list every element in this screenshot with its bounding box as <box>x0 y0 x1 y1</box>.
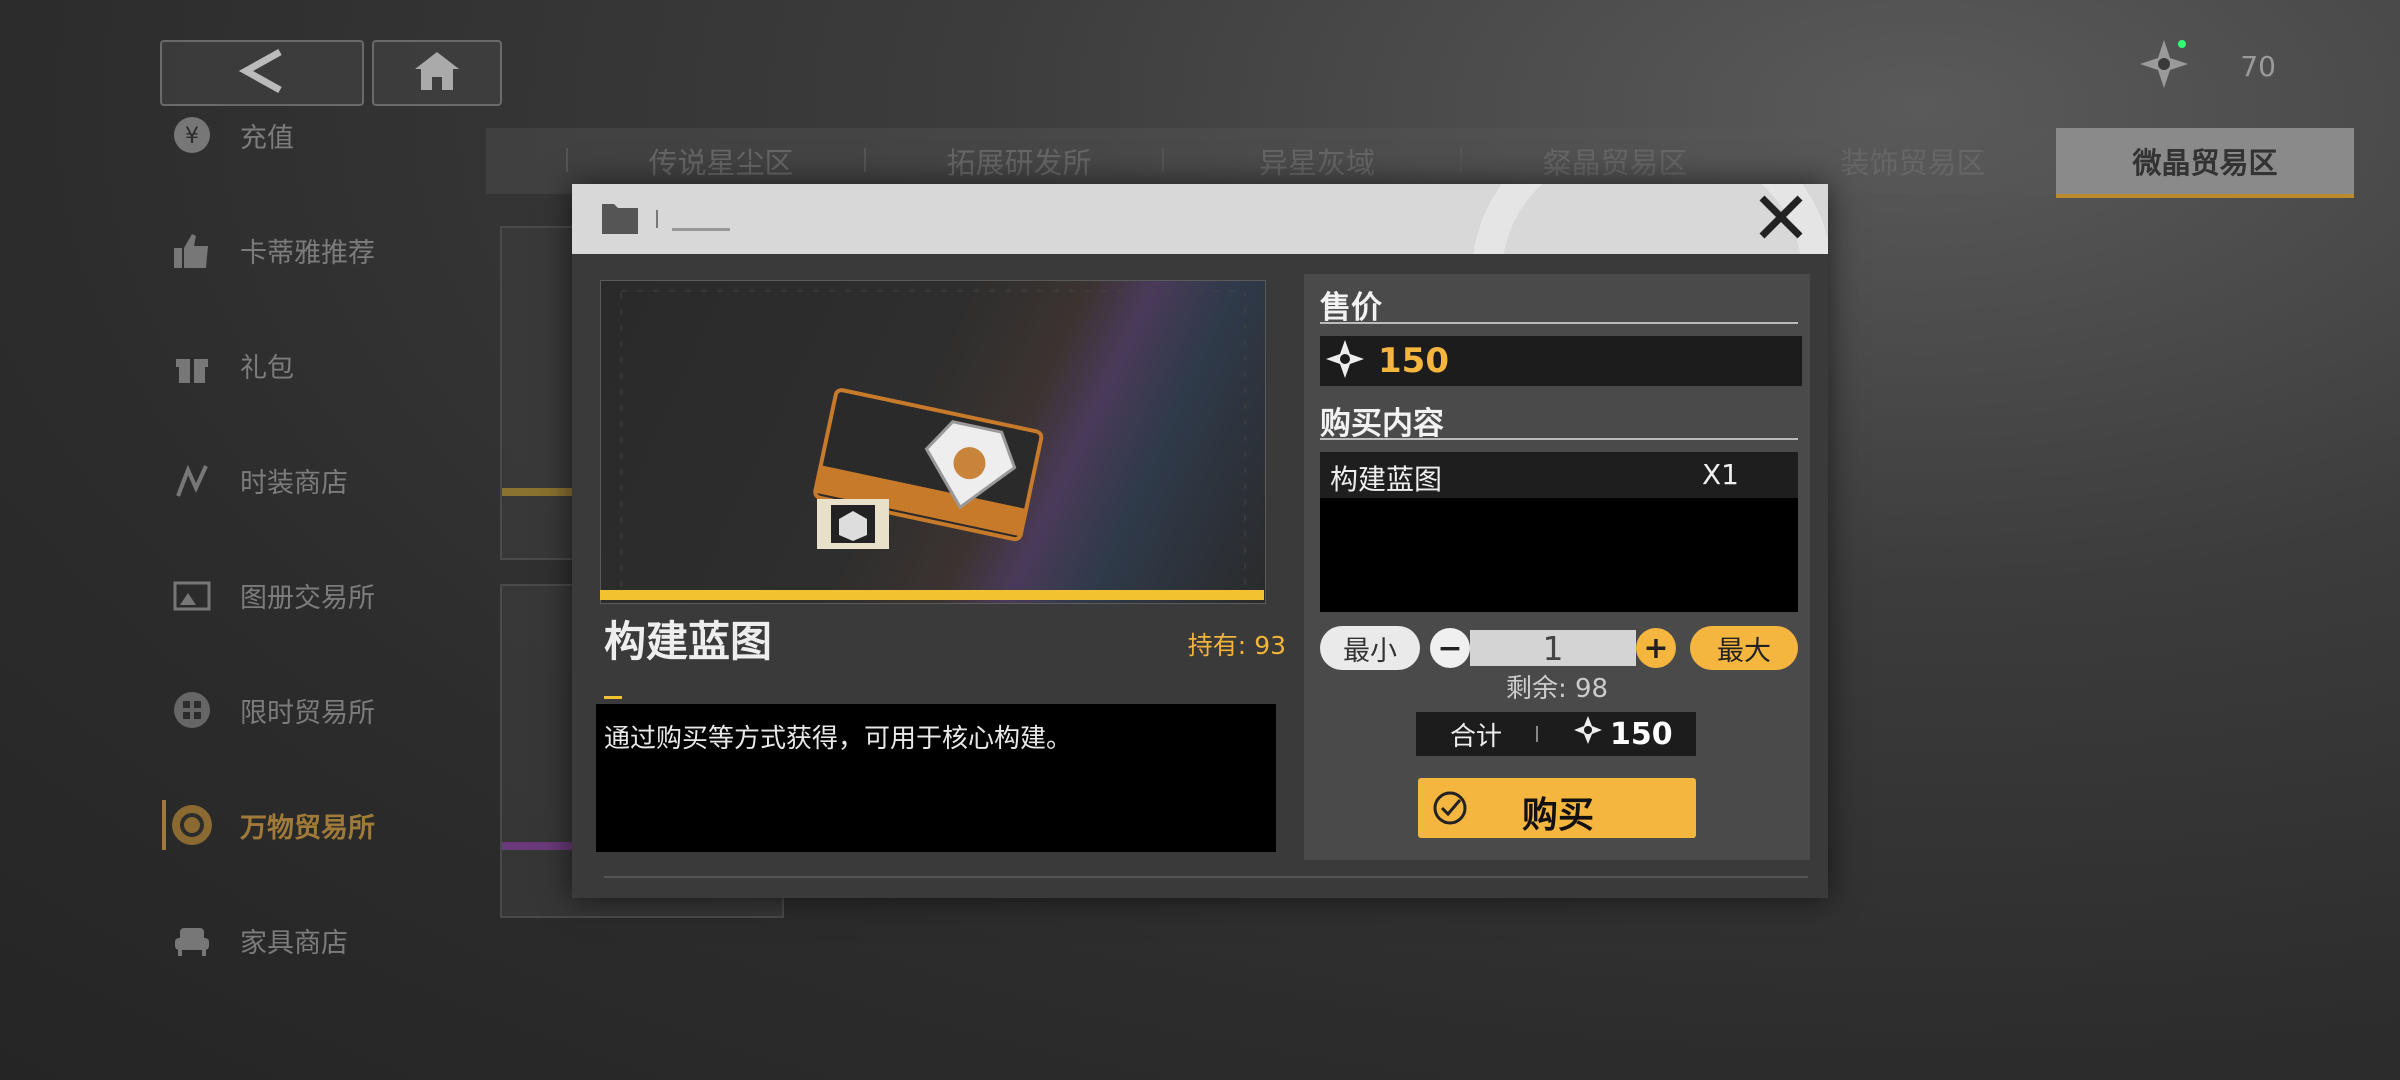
chevron-left-icon <box>232 46 292 100</box>
remaining-value: 98 <box>1574 674 1609 704</box>
close-button[interactable] <box>1754 192 1808 246</box>
sidebar-item-recharge[interactable]: ¥ 充值 <box>170 100 510 170</box>
folder-icon <box>600 198 640 240</box>
tab-separator <box>1162 148 1164 172</box>
tab-separator <box>1758 148 1760 172</box>
close-icon <box>1756 192 1806 246</box>
sidebar-item-furniture-shop[interactable]: 家具商店 <box>170 905 510 975</box>
sidebar-item-label: 充值 <box>240 122 294 154</box>
owned-value: 93 <box>1254 631 1286 660</box>
outfit-icon <box>170 458 214 502</box>
sidebar-item-label: 卡蒂雅推荐 <box>240 237 375 269</box>
remaining-stock: 剩余: 98 <box>1304 668 1810 705</box>
sidebar-item-general-exchange[interactable]: 万物贸易所 <box>162 790 510 860</box>
quantity-stepper: 最小 1 − + 最大 <box>1320 626 1798 672</box>
thumbs-up-icon <box>170 228 214 272</box>
shuriken-icon <box>1324 338 1366 384</box>
tab-separator <box>864 148 866 172</box>
dialog-footer-line <box>604 876 1808 878</box>
sidebar-item-label: 限时贸易所 <box>240 697 375 729</box>
item-description: 通过购买等方式获得，可用于核心构建。 <box>604 724 1073 754</box>
buy-button[interactable]: 购买 <box>1418 778 1696 838</box>
sidebar-item-label: 万物贸易所 <box>240 812 375 844</box>
album-icon <box>170 573 214 617</box>
section-divider <box>1320 438 1798 440</box>
sidebar-item-label: 礼包 <box>240 352 294 384</box>
yen-icon: ¥ <box>170 113 214 157</box>
content-item-qty: X1 <box>1702 458 1739 491</box>
tab-separator <box>566 148 568 172</box>
sidebar-item-limited-exchange[interactable]: 限时贸易所 <box>170 675 510 745</box>
tab-separator <box>1460 148 1462 172</box>
increase-button[interactable]: + <box>1636 628 1676 668</box>
gift-icon <box>170 343 214 387</box>
list-item: 构建蓝图 X1 <box>1320 452 1798 498</box>
desc-accent <box>604 696 622 699</box>
total-label: 合计 <box>1449 721 1502 752</box>
total-amount: 150 <box>1572 714 1673 754</box>
total-separator <box>1536 726 1538 742</box>
rarity-bar <box>600 590 1264 600</box>
owned-label: 持有: <box>1187 631 1247 660</box>
price-title: 售价 <box>1320 290 1382 326</box>
blueprint-card-illustration <box>620 290 1246 592</box>
svg-text:¥: ¥ <box>185 124 199 149</box>
grid-icon <box>170 688 214 732</box>
sidebar-item-outfit-shop[interactable]: 时装商店 <box>170 445 510 515</box>
tab-microcrystal-trade[interactable]: 微晶贸易区 <box>2056 128 2354 198</box>
max-button[interactable]: 最大 <box>1690 626 1798 670</box>
remaining-label: 剩余: <box>1505 674 1567 704</box>
sidebar-item-label: 图册交易所 <box>240 582 375 614</box>
currency-value: 70 <box>2240 49 2276 83</box>
minus-icon: − <box>1437 630 1463 666</box>
currency-display[interactable]: 70 <box>2136 36 2276 96</box>
armchair-icon <box>170 918 214 962</box>
plus-icon: + <box>1643 630 1669 666</box>
header-divider <box>656 210 658 228</box>
shuriken-icon <box>2136 36 2192 96</box>
sidebar-item-recommend[interactable]: 卡蒂雅推荐 <box>170 215 510 285</box>
total-value: 150 <box>1610 716 1673 752</box>
decrease-button[interactable]: − <box>1430 628 1470 668</box>
purchase-contents-list: 构建蓝图 X1 <box>1320 452 1798 612</box>
contents-title: 购买内容 <box>1320 406 1444 442</box>
description-box: 通过购买等方式获得，可用于核心构建。 <box>596 704 1276 852</box>
header-deco-line <box>672 228 730 231</box>
content-item-name: 构建蓝图 <box>1330 463 1443 496</box>
sidebar-item-gift[interactable]: 礼包 <box>170 330 510 400</box>
price-row: 150 <box>1320 336 1802 386</box>
exchange-icon <box>170 803 214 847</box>
quantity-value[interactable]: 1 <box>1470 629 1636 668</box>
min-button[interactable]: 最小 <box>1320 626 1420 670</box>
back-button[interactable] <box>160 40 364 106</box>
sidebar-item-label: 家具商店 <box>240 927 348 959</box>
section-divider <box>1320 322 1798 324</box>
item-name: 构建蓝图 <box>604 617 773 666</box>
purchase-panel: 售价 150 购买内容 构建蓝图 X1 最小 1 − + 最大 剩余: 98 合… <box>1304 274 1810 860</box>
item-preview <box>600 280 1266 604</box>
sidebar-item-label: 时装商店 <box>240 467 348 499</box>
owned-count: 持有: 93 <box>1188 626 1286 662</box>
buy-label: 购买 <box>1522 795 1595 836</box>
price-value: 150 <box>1378 341 1449 381</box>
purchase-dialog: 构建蓝图 持有: 93 通过购买等方式获得，可用于核心构建。 售价 150 购买… <box>572 184 1828 898</box>
home-button[interactable] <box>372 40 502 106</box>
shuriken-icon <box>1572 714 1604 754</box>
total-box: 合计 150 <box>1416 712 1696 756</box>
home-icon <box>412 49 462 97</box>
active-indicator <box>162 800 166 850</box>
sidebar-item-album-exchange[interactable]: 图册交易所 <box>170 560 510 630</box>
check-circle-icon <box>1432 790 1468 830</box>
dialog-header <box>572 184 1828 254</box>
